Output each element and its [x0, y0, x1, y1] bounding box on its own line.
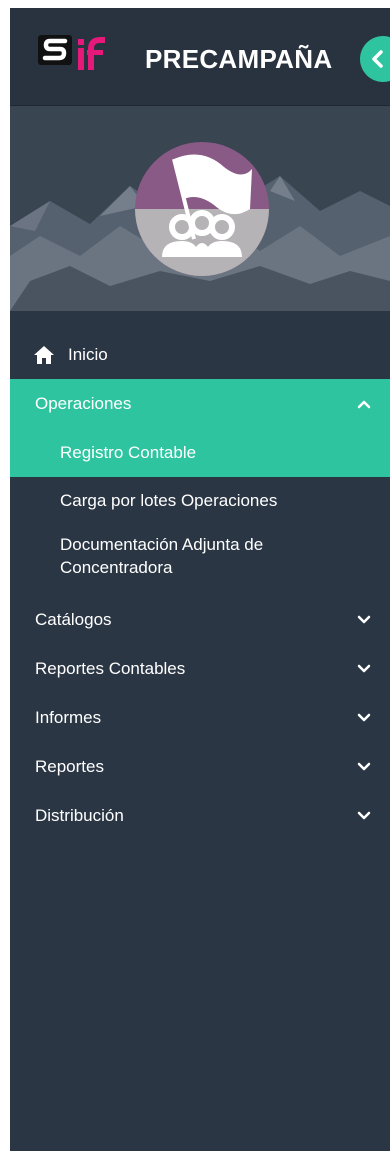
chevron-down-icon: [357, 811, 371, 819]
avatar: [135, 142, 269, 276]
sidebar-item-label: Operaciones: [35, 393, 132, 413]
submenu-item-label: Registro Contable: [60, 442, 197, 462]
sidebar-item-reportes[interactable]: Reportes: [10, 742, 390, 791]
sidebar-item-label: Inicio: [68, 344, 108, 364]
chevron-up-icon: [357, 400, 371, 408]
sidebar-menu: Inicio Operaciones Registro Contable Car…: [10, 330, 390, 840]
sidebar-item-distribucion[interactable]: Distribución: [10, 791, 390, 840]
sidebar-item-operaciones[interactable]: Operaciones: [10, 379, 390, 428]
chevron-down-icon: [357, 762, 371, 770]
sif-logo: [38, 35, 105, 70]
sidebar-item-label: Catálogos: [35, 609, 112, 629]
sidebar: PRECAMPAÑA Inicio Operaciones Registro C…: [10, 8, 390, 1151]
sidebar-item-label: Reportes Contables: [35, 658, 186, 678]
submenu-item-registro-contable[interactable]: Registro Contable: [10, 428, 390, 477]
submenu-item-label: Documentación Adjunta de Concentradora: [60, 535, 264, 577]
home-icon: [34, 345, 54, 364]
submenu-item-documentacion-adjunta[interactable]: Documentación Adjunta de Concentradora: [10, 525, 390, 595]
chevron-down-icon: [357, 664, 371, 672]
chevron-down-icon: [357, 615, 371, 623]
sidebar-item-inicio[interactable]: Inicio: [10, 330, 390, 379]
collapse-sidebar-button[interactable]: [360, 36, 390, 82]
profile-banner: [10, 106, 390, 311]
sidebar-group-operaciones: Operaciones Registro Contable: [10, 379, 390, 477]
sidebar-item-informes[interactable]: Informes: [10, 693, 390, 742]
app-title: PRECAMPAÑA: [145, 44, 333, 74]
sidebar-item-label: Distribución: [35, 805, 124, 825]
sidebar-item-reportes-contables[interactable]: Reportes Contables: [10, 644, 390, 693]
chevron-left-icon: [372, 50, 383, 68]
sidebar-header: PRECAMPAÑA: [10, 8, 390, 106]
sidebar-item-label: Reportes: [35, 756, 104, 776]
sidebar-item-catalogos[interactable]: Catálogos: [10, 595, 390, 644]
submenu-item-carga-por-lotes[interactable]: Carga por lotes Operaciones: [10, 477, 390, 525]
sidebar-item-label: Informes: [35, 707, 102, 727]
chevron-down-icon: [357, 713, 371, 721]
submenu-item-label: Carga por lotes Operaciones: [60, 491, 278, 510]
